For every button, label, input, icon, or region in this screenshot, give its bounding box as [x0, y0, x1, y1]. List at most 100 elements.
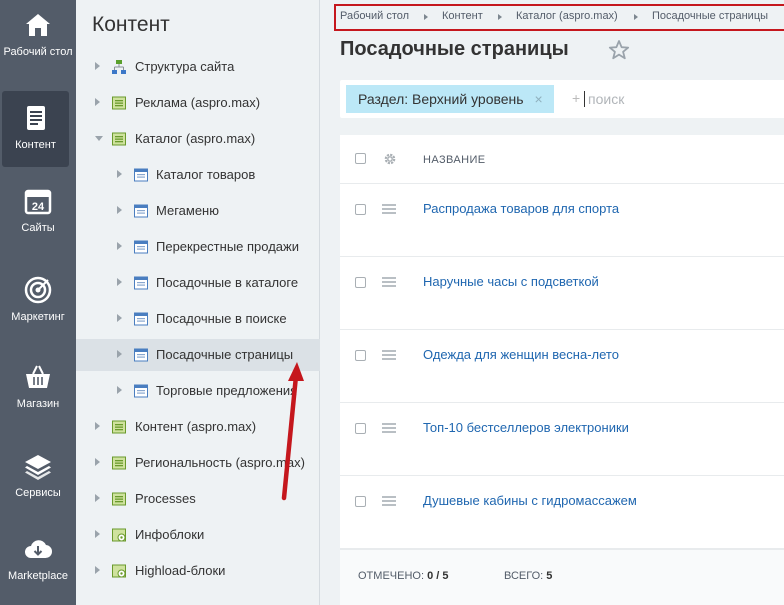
row-checkbox[interactable] — [355, 350, 366, 361]
gear-icon[interactable] — [383, 152, 397, 166]
chevron-right-icon[interactable] — [95, 422, 100, 430]
iblock-icon — [133, 239, 149, 255]
search-input[interactable] — [588, 89, 768, 109]
breadcrumb-item-catalog[interactable]: Каталог (aspro.max) — [516, 10, 618, 22]
target-icon — [24, 276, 52, 304]
column-header-name[interactable]: НАЗВАНИЕ — [423, 154, 486, 166]
tree-item[interactable]: Инфоблоки — [76, 519, 320, 551]
tree-item[interactable]: Highload-блоки — [76, 555, 320, 587]
content-tree-panel: Контент Структура сайта Реклама (aspro.ma… — [76, 0, 320, 605]
element-name-link[interactable]: Наручные часы с подсветкой — [423, 274, 599, 289]
rail-item-sites[interactable]: 24 Сайты — [0, 186, 76, 234]
rail-item-marketing[interactable]: Маркетинг — [0, 275, 76, 323]
tree-item[interactable]: Контент (aspro.max) — [76, 411, 320, 443]
tree-item[interactable]: Реклама (aspro.max) — [76, 87, 320, 119]
chevron-right-icon[interactable] — [117, 242, 122, 250]
breadcrumb-item-desktop[interactable]: Рабочий стол — [340, 10, 409, 22]
rail-label-content: Контент — [15, 139, 56, 151]
tree-item-label: Структура сайта — [135, 59, 235, 74]
filter-chip-label: Раздел: Верхний уровень — [358, 91, 524, 107]
table-row: Топ-10 бестселлеров электроники — [340, 403, 784, 476]
favorite-star-icon[interactable] — [608, 39, 630, 61]
select-all-checkbox[interactable] — [355, 153, 366, 164]
tree-item[interactable]: Посадочные в каталоге — [76, 267, 320, 299]
row-menu-icon[interactable] — [382, 496, 396, 506]
tree-item-label: Торговые предложения — [156, 383, 298, 398]
rail-item-shop[interactable]: Магазин — [0, 362, 76, 410]
iblock-type-icon — [111, 455, 127, 471]
tree-item-label: Посадочные страницы — [156, 347, 294, 362]
tree-item[interactable]: Processes — [76, 483, 320, 515]
chevron-right-icon[interactable] — [117, 350, 122, 358]
chevron-right-icon[interactable] — [117, 278, 122, 286]
table-row: Наручные часы с подсветкой — [340, 257, 784, 330]
tree-item-label: Мегаменю — [156, 203, 219, 218]
element-name-link[interactable]: Топ-10 бестселлеров электроники — [423, 420, 629, 435]
filter-chip[interactable]: Раздел: Верхний уровень × — [346, 85, 554, 113]
iblock-icon — [133, 203, 149, 219]
rail-item-content[interactable]: Контент — [2, 91, 69, 167]
tree-item[interactable]: Посадочные страницы — [76, 339, 320, 371]
chevron-right-icon[interactable] — [117, 206, 122, 214]
close-icon[interactable]: × — [532, 92, 546, 106]
tree-item[interactable]: Мегаменю — [76, 195, 320, 227]
tree-item-label: Региональность (aspro.max) — [135, 455, 305, 470]
rail-label-marketplace: Marketplace — [8, 570, 68, 582]
element-name-link[interactable]: Одежда для женщин весна-лето — [423, 347, 619, 362]
iblock-settings-icon — [111, 527, 127, 543]
tree-title: Контент — [92, 13, 170, 36]
tree-item-label: Каталог (aspro.max) — [135, 131, 256, 146]
tree-item[interactable]: Каталог товаров — [76, 159, 320, 191]
svg-text:24: 24 — [32, 201, 45, 213]
row-menu-icon[interactable] — [382, 277, 396, 287]
chevron-down-icon[interactable] — [95, 136, 103, 141]
row-checkbox[interactable] — [355, 277, 366, 288]
rail-label-desktop: Рабочий стол — [3, 46, 73, 58]
cloud-download-icon — [25, 540, 53, 559]
table-row: Распродажа товаров для спорта — [340, 184, 784, 257]
row-menu-icon[interactable] — [382, 350, 396, 360]
tree-item[interactable]: Структура сайта — [76, 51, 320, 83]
row-menu-icon[interactable] — [382, 423, 396, 433]
iblock-type-icon — [111, 419, 127, 435]
add-filter-icon[interactable]: + — [572, 90, 580, 106]
row-checkbox[interactable] — [355, 204, 366, 215]
chevron-right-icon[interactable] — [95, 530, 100, 538]
tree-item[interactable]: Торговые предложения — [76, 375, 320, 407]
row-checkbox[interactable] — [355, 423, 366, 434]
filter-search-bar: Раздел: Верхний уровень × + — [340, 80, 784, 118]
rail-label-marketing: Маркетинг — [11, 311, 65, 323]
element-name-link[interactable]: Распродажа товаров для спорта — [423, 201, 619, 216]
chevron-right-icon[interactable] — [117, 386, 122, 394]
tree-item[interactable]: Региональность (aspro.max) — [76, 447, 320, 479]
chevron-right-icon[interactable] — [95, 494, 100, 502]
checked-value: 0 / 5 — [427, 570, 449, 582]
rail-item-desktop[interactable]: Рабочий стол — [0, 10, 76, 58]
rail-item-services[interactable]: Сервисы — [0, 451, 76, 499]
breadcrumb-item-content[interactable]: Контент — [442, 10, 483, 22]
chevron-right-icon[interactable] — [95, 62, 100, 70]
rail-item-marketplace[interactable]: Marketplace — [0, 534, 76, 582]
main-area: Рабочий стол Контент Каталог (aspro.max)… — [320, 0, 784, 605]
iblock-type-icon — [111, 131, 127, 147]
tree-item[interactable]: Посадочные в поиске — [76, 303, 320, 335]
tree-item[interactable]: Перекрестные продажи — [76, 231, 320, 263]
checked-label: ОТМЕЧЕНО: — [358, 570, 424, 582]
tree-item-label: Highload-блоки — [135, 563, 226, 578]
tree-item-label: Реклама (aspro.max) — [135, 95, 261, 110]
chevron-right-icon[interactable] — [95, 458, 100, 466]
chevron-right-icon[interactable] — [95, 566, 100, 574]
element-name-link[interactable]: Душевые кабины с гидромассажем — [423, 493, 637, 508]
tree-item-label: Посадочные в каталоге — [156, 275, 299, 290]
tree-item[interactable]: Каталог (aspro.max) — [76, 123, 320, 155]
chevron-right-icon[interactable] — [117, 314, 122, 322]
chevron-right-icon[interactable] — [95, 98, 100, 106]
row-menu-icon[interactable] — [382, 204, 396, 214]
tree-item-label: Контент (aspro.max) — [135, 419, 257, 434]
chevron-right-icon[interactable] — [117, 170, 122, 178]
iblock-icon — [133, 383, 149, 399]
row-checkbox[interactable] — [355, 496, 366, 507]
breadcrumb-item-landing-pages[interactable]: Посадочные страницы — [652, 10, 768, 22]
rail-label-services: Сервисы — [15, 487, 61, 499]
iblock-type-icon — [111, 95, 127, 111]
